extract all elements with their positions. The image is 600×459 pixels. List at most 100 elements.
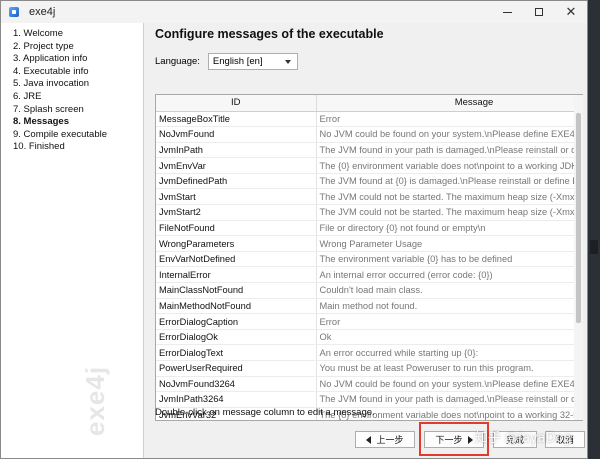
edit-hint-text: Double-click on message column to edit a… (155, 407, 375, 418)
table-row[interactable]: JvmEnvVar The {0} environment variable do… (156, 157, 582, 174)
title-bar[interactable]: exe4j ✕ (1, 1, 587, 23)
message-id-cell[interactable]: JvmEnvVar (156, 157, 317, 174)
wizard-step-item: 1. Welcome (13, 28, 63, 39)
message-text-cell[interactable]: No JVM could be found on your system.\nP… (316, 126, 582, 143)
message-id-cell[interactable]: ErrorDialogCaption (156, 313, 317, 330)
chevron-down-icon (284, 59, 291, 64)
message-text-cell[interactable]: The JVM found at {0} is damaged.\nPlease… (316, 173, 582, 190)
message-text-cell[interactable]: Wrong Parameter Usage (316, 235, 582, 252)
message-id-cell[interactable]: FileNotFound (156, 220, 317, 237)
message-text-cell[interactable]: The {0} environment variable does not\np… (316, 157, 582, 174)
maximize-button[interactable] (523, 1, 555, 23)
message-text-cell[interactable]: File or directory {0} not found or empty… (316, 220, 582, 237)
language-label: Language: (155, 55, 200, 67)
message-text-cell[interactable]: An internal error occurred (error code: … (316, 266, 582, 284)
message-id-cell[interactable]: JvmStart2 (156, 204, 317, 221)
exe4j-window: exe4j ✕ 1. Welcome 2. Project type 3. Appl… (0, 0, 588, 459)
message-id-cell[interactable]: JvmInPath3264 (156, 391, 317, 408)
table-vertical-scrollbar[interactable] (574, 94, 583, 421)
message-id-cell[interactable]: MessageBoxTitle (156, 111, 317, 128)
table-row[interactable]: PowerUserRequired You must be at least Po… (156, 360, 582, 377)
wizard-step-item: 6. JRE (13, 90, 42, 102)
exe4j-app-icon (9, 6, 21, 18)
wizard-step-item: 5. Java invocation (13, 78, 90, 90)
message-text-cell[interactable]: No JVM could be found on your system.\nP… (316, 376, 582, 393)
close-icon: ✕ (565, 4, 577, 20)
wizard-step-item: 2. Project type (13, 40, 74, 52)
table-row[interactable]: EnvVarNotDefined The environment variable… (156, 251, 582, 268)
message-id-cell[interactable]: MainClassNotFound (156, 282, 317, 299)
messages-table[interactable]: ID Message MessageBoxTitle Error NoJvmFoun… (155, 94, 583, 421)
wizard-steps-sidebar: 1. Welcome 2. Project type 3. Application … (1, 23, 144, 458)
message-id-cell[interactable]: NoJvmFound3264 (156, 376, 317, 393)
message-text-cell[interactable]: You must be at least Poweruser to run th… (316, 360, 582, 377)
main-panel: Configure messages of the executable Lan… (145, 23, 587, 458)
table-row[interactable]: WrongParameters Wrong Parameter Usage (156, 235, 582, 252)
wizard-step-item: 4. Executable info (13, 65, 89, 77)
table-row[interactable]: JvmInPath3264 The JVM found in your path … (156, 391, 582, 408)
table-row[interactable]: ErrorDialogOk Ok (156, 329, 582, 346)
table-row[interactable]: InternalError An internal error occurred … (156, 266, 582, 284)
window-title: exe4j (29, 6, 56, 18)
back-button-label: 上一步 (376, 436, 404, 446)
close-button[interactable]: ✕ (555, 1, 587, 23)
message-text-cell[interactable]: Main method not found. (316, 298, 582, 315)
column-header-message[interactable]: Message (316, 95, 582, 112)
language-select[interactable]: English [en] (207, 52, 298, 70)
message-text-cell[interactable]: The environment variable {0} has to be d… (316, 251, 582, 268)
window-controls: ✕ (491, 1, 587, 23)
message-text-cell[interactable]: An error occurred while starting up {0}: (316, 344, 582, 361)
desktop-taskbar-fragment (590, 240, 598, 254)
wizard-steps-list: 1. Welcome 2. Project type 3. Application … (1, 23, 143, 154)
table-row[interactable]: NoJvmFound No JVM could be found on your … (156, 126, 582, 143)
table-row[interactable]: MainClassNotFound Couldn't load main clas… (156, 282, 582, 299)
message-text-cell[interactable]: Error (316, 111, 582, 128)
message-id-cell[interactable]: JvmStart (156, 188, 317, 206)
message-text-cell[interactable]: The JVM found in your path is damaged.\n… (316, 142, 582, 159)
zhihu-watermark: 知乎 @JayaDog (475, 431, 572, 446)
maximize-icon (535, 8, 543, 16)
language-select-value: English [en] (212, 55, 263, 67)
message-id-cell[interactable]: NoJvmFound (156, 126, 317, 143)
message-id-cell[interactable]: MainMethodNotFound (156, 298, 317, 315)
minimize-button[interactable] (491, 1, 523, 23)
wizard-step-item: 8. Messages (13, 116, 69, 128)
table-row[interactable]: NoJvmFound3264 No JVM could be found on y… (156, 376, 582, 393)
message-id-cell[interactable]: JvmDefinedPath (156, 173, 317, 190)
wizard-step-item: 7. Splash screen (13, 103, 84, 115)
message-text-cell[interactable]: Couldn't load main class. (316, 282, 582, 299)
language-row: Language: English [en] (155, 52, 298, 70)
message-text-cell[interactable]: The JVM found in your path is damaged.\n… (316, 391, 582, 408)
table-row[interactable]: JvmDefinedPath The JVM found at {0} is da… (156, 173, 582, 190)
wizard-step-item: 3. Application info (13, 53, 88, 65)
message-id-cell[interactable]: ErrorDialogText (156, 344, 317, 361)
table-header-row: ID Message (156, 95, 582, 112)
wizard-step-item: 10. Finished (13, 141, 65, 153)
message-id-cell[interactable]: JvmInPath (156, 142, 317, 159)
table-row[interactable]: MainMethodNotFound Main method not found. (156, 298, 582, 315)
message-id-cell[interactable]: ErrorDialogOk (156, 329, 317, 346)
message-text-cell[interactable]: Ok (316, 329, 582, 346)
message-text-cell[interactable]: Error (316, 313, 582, 330)
table-row[interactable]: MessageBoxTitle Error (156, 111, 582, 128)
table-row[interactable]: JvmInPath The JVM found in your path is d… (156, 142, 582, 159)
scrollbar-thumb[interactable] (576, 113, 581, 323)
message-id-cell[interactable]: InternalError (156, 266, 317, 284)
table-row[interactable]: ErrorDialogCaption Error (156, 313, 582, 330)
table-row[interactable]: ErrorDialogText An error occurred while s… (156, 344, 582, 361)
wizard-step-item: 9. Compile executable (13, 128, 107, 140)
table-row[interactable]: FileNotFound File or directory {0} not fo… (156, 220, 582, 237)
message-id-cell[interactable]: PowerUserRequired (156, 360, 317, 377)
message-id-cell[interactable]: WrongParameters (156, 235, 317, 252)
minimize-icon (502, 11, 512, 13)
back-button[interactable]: 上一步 (355, 431, 415, 448)
table-row[interactable]: JvmStart The JVM could not be started. Th… (156, 188, 582, 206)
desktop-background (588, 0, 600, 459)
message-id-cell[interactable]: EnvVarNotDefined (156, 251, 317, 268)
page-title: Configure messages of the executable (155, 27, 384, 41)
message-text-cell[interactable]: The JVM could not be started. The maximu… (316, 188, 582, 206)
sidebar-watermark-logo: exe4j (80, 365, 110, 436)
message-text-cell[interactable]: The JVM could not be started. The maximu… (316, 204, 582, 221)
table-row[interactable]: JvmStart2 The JVM could not be started. T… (156, 204, 582, 221)
column-header-id[interactable]: ID (156, 95, 317, 112)
